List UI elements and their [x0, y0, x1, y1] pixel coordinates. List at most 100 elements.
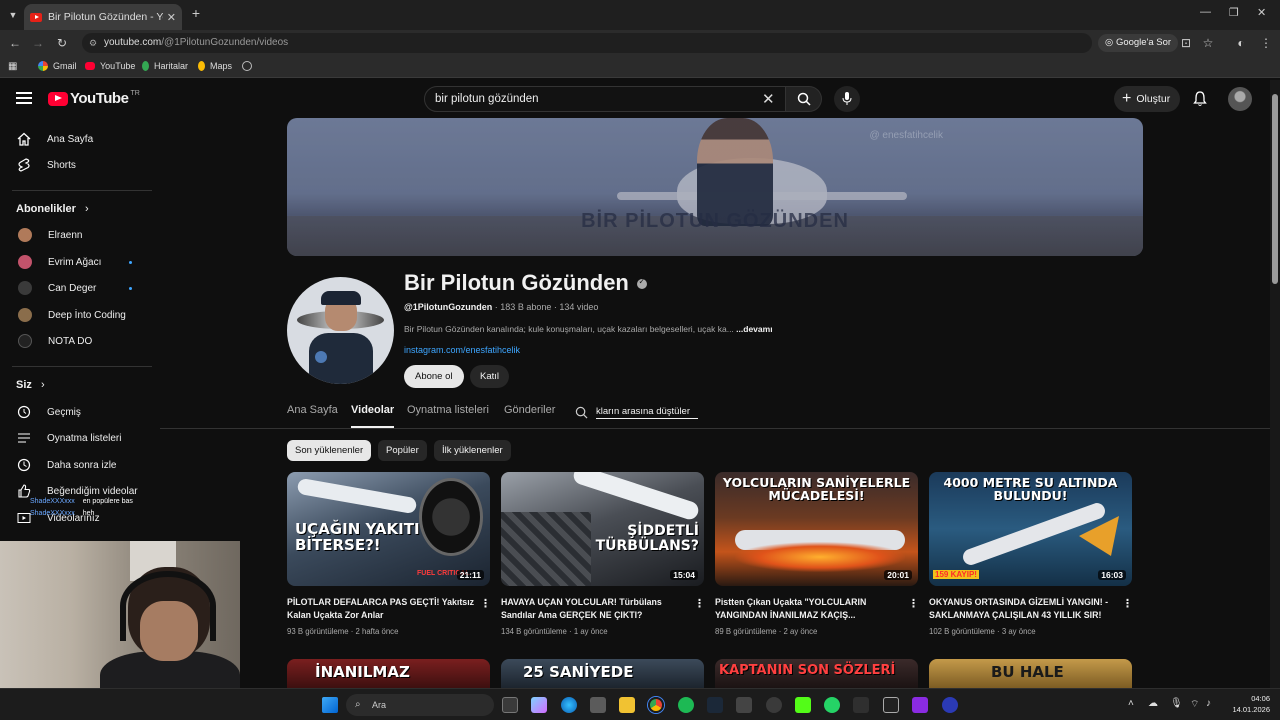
- sidebar-item-history[interactable]: Geçmiş: [0, 399, 154, 425]
- chip-oldest[interactable]: İlk yüklenenler: [434, 440, 511, 461]
- create-button[interactable]: + Oluştur: [1114, 86, 1181, 112]
- profile-sync-icon[interactable]: ◐: [1233, 35, 1249, 51]
- video-title[interactable]: HAVAYA UÇAN YOLCULAR! Türbülans Sandılar…: [501, 596, 691, 622]
- minimize-icon[interactable]: —: [1200, 6, 1211, 18]
- kick-icon[interactable]: [795, 697, 811, 713]
- bookmark-haritalar[interactable]: Haritalar: [142, 61, 188, 71]
- site-info-icon[interactable]: ⚙: [89, 33, 97, 53]
- install-app-icon[interactable]: ⊡: [1178, 35, 1194, 51]
- chip-latest[interactable]: Son yüklenenler: [287, 440, 372, 461]
- tab-playlists[interactable]: Oynatma listeleri: [407, 404, 489, 416]
- search-button[interactable]: [786, 86, 822, 112]
- video-more-icon[interactable]: ⋮: [480, 597, 491, 610]
- account-avatar[interactable]: [1228, 87, 1252, 111]
- tab-search-button[interactable]: ▼: [4, 6, 22, 24]
- bookmark-maps[interactable]: Maps: [198, 61, 232, 71]
- url-bar[interactable]: ⚙ youtube.com/@1PilotunGozunden/videos: [82, 33, 1092, 53]
- sidebar-subscription[interactable]: Deep İnto Coding: [0, 302, 154, 328]
- taskbar-clock[interactable]: 04:06 14.01.2026: [1226, 693, 1270, 715]
- g-app-icon[interactable]: [883, 697, 899, 713]
- video-thumbnail[interactable]: 4000 METRE SU ALTINDA BULUNDU! 159 KAYIP…: [929, 472, 1132, 586]
- bookmark-gmail[interactable]: Gmail: [38, 61, 77, 71]
- channel-description[interactable]: Bir Pilotun Gözünden kanalında; kule kon…: [404, 324, 773, 334]
- page-scrollbar[interactable]: [1270, 80, 1280, 688]
- chip-popular[interactable]: Popüler: [378, 440, 427, 461]
- notifications-bell-icon[interactable]: [1192, 91, 1208, 107]
- channel-search-icon[interactable]: [575, 406, 588, 419]
- video-thumbnail[interactable]: YOLCULARIN SANİYELERLE MÜCADELESİ! 20:01: [715, 472, 918, 586]
- sidebar-subscription[interactable]: Can Deger: [0, 275, 154, 301]
- copilot-icon[interactable]: [531, 697, 547, 713]
- file-explorer-icon[interactable]: [619, 697, 635, 713]
- channel-avatar-large[interactable]: [287, 277, 394, 384]
- channel-external-link[interactable]: instagram.com/enesfatihcelik: [404, 345, 520, 355]
- sidebar-item-your-videos[interactable]: Videolarınız: [0, 505, 154, 531]
- bookmark-youtube[interactable]: YouTube: [85, 61, 135, 71]
- you-heading[interactable]: Siz ›: [16, 379, 45, 391]
- edge-icon[interactable]: [561, 697, 577, 713]
- voice-search-button[interactable]: [834, 86, 860, 112]
- app-icon[interactable]: [766, 697, 782, 713]
- channel-search-input[interactable]: kların arasına düştüler: [596, 406, 698, 419]
- sidebar-subscription[interactable]: NOTA DO: [0, 328, 154, 354]
- youtube-logo[interactable]: YouTube TR: [48, 90, 140, 107]
- sidebar-item-watch-later[interactable]: Daha sonra izle: [0, 452, 154, 478]
- video-thumbnail[interactable]: UÇAĞIN YAKITI BİTERSE?! FUEL CRITICAL 21…: [287, 472, 490, 586]
- google-ask-button[interactable]: ◎ Google'a Sor: [1098, 34, 1179, 52]
- visual-studio-icon[interactable]: [912, 697, 928, 713]
- search-input[interactable]: bir pilotun gözünden: [424, 86, 786, 112]
- clear-search-icon[interactable]: ✕: [762, 90, 775, 108]
- windows-start-icon[interactable]: [322, 697, 338, 713]
- volume-icon[interactable]: ♪: [1206, 698, 1211, 709]
- task-view-icon[interactable]: [502, 697, 518, 713]
- subscribe-button[interactable]: Abone ol: [404, 365, 464, 388]
- tab-close-icon[interactable]: ✕: [167, 11, 176, 24]
- bookmark-globe[interactable]: [242, 61, 257, 71]
- subscriptions-heading[interactable]: Abonelikler ›: [16, 203, 89, 215]
- whatsapp-icon[interactable]: [824, 697, 840, 713]
- back-icon[interactable]: ←: [7, 35, 23, 51]
- forward-icon[interactable]: →: [30, 35, 46, 51]
- video-title[interactable]: PİLOTLAR DEFALARCA PAS GEÇTİ! Yakıtsız K…: [287, 596, 477, 622]
- video-thumbnail[interactable]: 25 SANİYEDE: [501, 659, 704, 689]
- bookmark-star-icon[interactable]: ☆: [1200, 35, 1216, 51]
- video-thumbnail[interactable]: ŞİDDETLİ TÜRBÜLANS? 15:04: [501, 472, 704, 586]
- tray-app-icon[interactable]: ☁: [1148, 698, 1158, 709]
- video-more-icon[interactable]: ⋮: [908, 597, 919, 610]
- wifi-icon[interactable]: ⌔: [1190, 698, 1199, 711]
- steam-icon[interactable]: [707, 697, 723, 713]
- video-more-icon[interactable]: ⋮: [694, 597, 705, 610]
- tray-mic-icon[interactable]: 🎙: [1170, 698, 1183, 709]
- join-button[interactable]: Katıl: [470, 365, 510, 388]
- sidebar-item-shorts[interactable]: Shorts: [0, 152, 154, 178]
- video-more-icon[interactable]: ⋮: [1122, 597, 1133, 610]
- tray-overflow-icon[interactable]: ˄: [1128, 698, 1134, 709]
- sidebar-subscription[interactable]: Evrim Ağacı: [0, 249, 154, 275]
- video-thumbnail[interactable]: İNANILMAZ: [287, 659, 490, 689]
- taskbar-search[interactable]: ⌕ Ara: [346, 694, 494, 716]
- apps-grid-icon[interactable]: ▦: [8, 61, 17, 72]
- spotify-icon[interactable]: [678, 697, 694, 713]
- video-title[interactable]: Pistten Çıkan Uçakta "YOLCULARIN YANGIND…: [715, 596, 905, 622]
- video-title[interactable]: OKYANUS ORTASINDA GİZEMLİ YANGIN! - SAKL…: [929, 596, 1119, 622]
- tab-videos[interactable]: Videolar: [351, 404, 395, 428]
- capcut-icon[interactable]: [736, 697, 752, 713]
- browser-tab-active[interactable]: Bir Pilotun Gözünden - YouTube ✕: [24, 4, 182, 30]
- chrome-icon[interactable]: [648, 697, 664, 713]
- browser-menu-icon[interactable]: ⋮: [1258, 35, 1274, 51]
- window-close-icon[interactable]: ✕: [1257, 6, 1266, 19]
- restore-icon[interactable]: ❐: [1229, 6, 1239, 19]
- tab-posts[interactable]: Gönderiler: [504, 404, 555, 416]
- sidebar-item-playlists[interactable]: Oynatma listeleri: [0, 425, 154, 451]
- video-thumbnail[interactable]: BU HALE: [929, 659, 1132, 689]
- reload-icon[interactable]: ↻: [54, 35, 70, 51]
- menu-icon[interactable]: [16, 92, 32, 104]
- nvidia-icon[interactable]: [853, 697, 869, 713]
- sidebar-item-home[interactable]: Ana Sayfa: [0, 126, 154, 152]
- description-more-link[interactable]: ...devamı: [736, 324, 772, 334]
- app-icon[interactable]: [942, 697, 958, 713]
- video-thumbnail[interactable]: KAPTANIN SON SÖZLERİ: [715, 659, 918, 689]
- new-tab-button[interactable]: +: [188, 5, 204, 23]
- store-icon[interactable]: [590, 697, 606, 713]
- tab-home[interactable]: Ana Sayfa: [287, 404, 338, 416]
